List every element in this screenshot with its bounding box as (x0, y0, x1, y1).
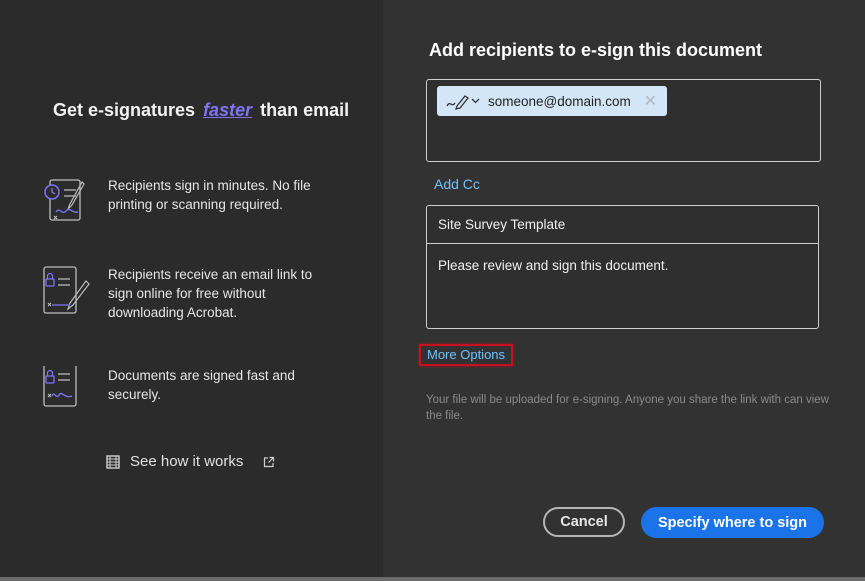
signature-pen-icon (446, 95, 469, 110)
external-link-icon (264, 456, 275, 467)
cancel-button[interactable]: Cancel (543, 507, 625, 537)
feature-item: Recipients receive an email link to sign… (40, 265, 340, 321)
email-compose-box: Site Survey Template Please review and s… (426, 205, 819, 329)
left-info-panel: Get e-signatures faster than email Recip… (0, 0, 383, 577)
signer-role-dropdown[interactable] (445, 92, 480, 110)
stopwatch-signature-icon (44, 179, 85, 221)
specify-where-to-sign-button[interactable]: Specify where to sign (641, 507, 824, 538)
subject-field[interactable]: Site Survey Template (427, 206, 818, 244)
add-cc-link[interactable]: Add Cc (434, 176, 480, 192)
more-options-link[interactable]: More Options (419, 344, 513, 366)
see-how-it-works-link[interactable]: See how it works (106, 453, 275, 470)
message-field[interactable]: Please review and sign this document. (438, 258, 668, 273)
headline-text-end: than email (260, 100, 350, 120)
feature-text: Recipients sign in minutes. No file prin… (108, 178, 311, 212)
chevron-down-icon (471, 98, 480, 104)
film-icon (106, 454, 120, 469)
recipient-chip[interactable]: someone@domain.com ✕ (437, 86, 667, 116)
recipients-field[interactable]: someone@domain.com ✕ (426, 79, 821, 162)
feature-text: Recipients receive an email link to sign… (108, 267, 313, 320)
lock-document-signature-icon (43, 366, 77, 407)
headline-accent: faster (203, 100, 253, 120)
headline: Get e-signatures faster than email (53, 100, 349, 121)
remove-recipient-icon[interactable]: ✕ (644, 91, 657, 111)
recipient-email: someone@domain.com (488, 93, 631, 109)
headline-text: Get e-signatures (53, 100, 196, 120)
feature-item: Recipients sign in minutes. No file prin… (40, 176, 340, 226)
dialog-title: Add recipients to e-sign this document (429, 40, 763, 60)
lock-document-pen-icon (43, 266, 90, 314)
feature-item: Documents are signed fast and securely. (40, 366, 340, 410)
see-how-label: See how it works (130, 453, 244, 470)
bottom-divider (0, 577, 865, 581)
feature-text: Documents are signed fast and securely. (108, 368, 295, 402)
upload-note: Your file will be uploaded for e-signing… (426, 394, 829, 422)
